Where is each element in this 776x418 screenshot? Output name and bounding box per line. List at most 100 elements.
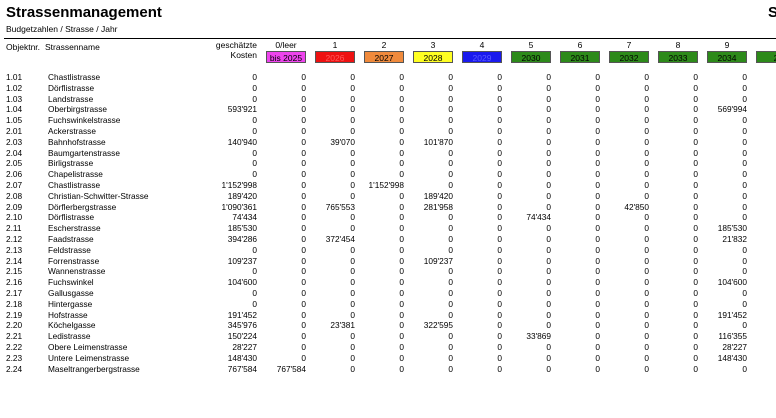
table-row[interactable]: 2.10 Dörflistrasse 74'434 0 0 0 0 0 74'434 0 0 0 0 [0,212,776,223]
row-budget-cell: 0 [350,309,355,320]
row-budget-cell: 0 [595,82,600,93]
table-row[interactable]: 2.06 Chapelistrasse 0 0 0 0 0 0 0 0 0 0 0 [0,169,776,180]
row-budget-cell: 0 [350,287,355,298]
row-budget-cell: 0 [595,331,600,342]
period-year-badge-3: 2028 [413,51,453,63]
row-objnr: 2.20 [6,320,23,331]
row-budget-cell: 0 [693,331,698,342]
row-budget-cell: 0 [399,298,404,309]
table-row[interactable]: 2.16 Fuchswinkel 104'600 0 0 0 0 0 0 0 0 0 104'600 [0,277,776,288]
row-budget-cell: 765'553 [325,201,355,212]
row-budget-cell: 0 [301,352,306,363]
table-row[interactable]: 2.03 Bahnhofstrasse 140'940 0 39'070 0 101'870… [0,137,776,148]
row-street-name: Obere Leimenstrasse [48,341,128,352]
row-budget-cell: 0 [497,190,502,201]
row-budget-cell: 0 [644,244,649,255]
table-row[interactable]: 2.18 Hintergasse 0 0 0 0 0 0 0 0 0 0 0 [0,299,776,310]
table-row[interactable]: 2.23 Untere Leimenstrasse 148'430 0 0 0 0 0 0 0 0 0… [0,353,776,364]
table-row[interactable]: 2.07 Chastlistrasse 1'152'998 0 0 1'152'998 0 0… [0,180,776,191]
row-budget-cell: 0 [497,277,502,288]
row-budget-cell: 0 [546,287,551,298]
period-number-2: 2 [381,40,387,50]
period-number-6: 6 [577,40,583,50]
table-row[interactable]: 2.11 Escherstrasse 185'530 0 0 0 0 0 0 0 0 0 185'530 [0,223,776,234]
row-objnr: 2.18 [6,298,23,309]
period-number-3: 3 [430,40,436,50]
row-budget-cell: 0 [350,82,355,93]
row-budget-cell: 0 [497,72,502,82]
row-budget-cell: 0 [693,104,698,115]
row-budget-cell: 0 [399,255,404,266]
row-budget-cell: 0 [448,244,453,255]
row-budget-cell: 0 [301,223,306,234]
row-budget-cell: 0 [301,341,306,352]
row-street-name: Baumgartenstrasse [48,147,120,158]
table-row[interactable]: 2.08 Christian-Schwitter-Strasse 189'420 0 0… [0,191,776,202]
row-budget-cell: 0 [399,190,404,201]
row-budget-cell: 0 [301,287,306,298]
row-budget-cell: 0 [546,277,551,288]
row-estimated-cost: 0 [252,266,257,277]
table-row[interactable]: 2.04 Baumgartenstrasse 0 0 0 0 0 0 0 0 0 0 0 [0,148,776,159]
row-budget-cell: 0 [693,72,698,82]
row-budget-cell: 0 [399,287,404,298]
row-estimated-cost: 148'430 [227,352,257,363]
table-row[interactable]: 2.20 Köchelgasse 345'976 0 23'381 0 322'595 0 0 0… [0,320,776,331]
table-row[interactable]: 2.05 Birligstrasse 0 0 0 0 0 0 0 0 0 0 0 [0,158,776,169]
row-budget-cell: 0 [350,169,355,180]
row-budget-cell: 0 [497,201,502,212]
row-budget-cell: 0 [350,179,355,190]
table-row[interactable]: 1.05 Fuchswinkelstrasse 0 0 0 0 0 0 0 0 0 0 0 [0,115,776,126]
table-row[interactable]: 2.22 Obere Leimenstrasse 28'227 0 0 0 0 0 0 0 0 0 28… [0,342,776,353]
row-budget-cell: 0 [497,309,502,320]
row-budget-cell: 0 [546,158,551,169]
table-row[interactable]: 2.17 Gallusgasse 0 0 0 0 0 0 0 0 0 0 0 [0,288,776,299]
row-budget-cell: 0 [546,136,551,147]
table-row[interactable]: 2.19 Hofstrasse 191'452 0 0 0 0 0 0 0 0 0 191'452 [0,310,776,321]
row-budget-cell: 0 [693,320,698,331]
row-budget-cell: 0 [399,125,404,136]
row-budget-cell: 0 [644,233,649,244]
row-budget-cell: 0 [595,244,600,255]
row-budget-cell: 0 [644,298,649,309]
table-row[interactable]: 1.04 Oberbirgstrasse 593'921 0 0 0 0 0 0 0 0 0 569'9… [0,104,776,115]
table-row[interactable]: 2.24 Maseltrangerbergstrasse 767'584 767'58… [0,364,776,375]
row-budget-cell: 0 [350,223,355,234]
row-budget-cell: 0 [301,72,306,82]
table-row[interactable]: 1.02 Dörflistrasse 0 0 0 0 0 0 0 0 0 0 0 [0,83,776,94]
row-budget-cell: 0 [595,363,600,374]
row-objnr: 2.10 [6,212,23,223]
row-street-name: Birligstrasse [48,158,94,169]
period-year-badge-8: 2033 [658,51,698,63]
row-budget-cell: 0 [399,277,404,288]
row-budget-cell: 0 [742,179,747,190]
row-budget-cell: 0 [497,82,502,93]
cost-header-line2: Kosten [230,50,257,60]
row-budget-cell: 0 [301,93,306,104]
table-row[interactable]: 2.01 Ackerstrasse 0 0 0 0 0 0 0 0 0 0 0 [0,126,776,137]
budget-table: 1.01 Chastlistrasse 0 0 0 0 0 0 0 0 0 0 0 1.02 Dörflis… [0,72,776,374]
table-row[interactable]: 2.13 Feldstrasse 0 0 0 0 0 0 0 0 0 0 0 [0,245,776,256]
row-budget-cell: 0 [448,277,453,288]
row-budget-cell: 0 [693,233,698,244]
table-row[interactable]: 2.12 Faadstrasse 394'286 0 372'454 0 0 0 0 0 0 0 21'… [0,234,776,245]
row-budget-cell: 0 [399,104,404,115]
row-budget-cell: 0 [644,320,649,331]
period-year-badge-1: 2026 [315,51,355,63]
row-estimated-cost: 0 [252,147,257,158]
table-row[interactable]: 2.14 Forrenstrasse 109'237 0 0 0 109'237 0 0 0 0 0 0 [0,256,776,267]
row-budget-cell: 0 [546,147,551,158]
row-budget-cell: 0 [497,320,502,331]
row-budget-cell: 0 [301,309,306,320]
table-row[interactable]: 2.09 Dörflerbergstrasse 1'090'361 0 765'553 0… [0,202,776,213]
row-budget-cell: 0 [399,82,404,93]
table-row[interactable]: 2.21 Ledistrasse 150'224 0 0 0 0 0 33'869 0 0 0 116'… [0,331,776,342]
table-row[interactable]: 1.01 Chastlistrasse 0 0 0 0 0 0 0 0 0 0 0 [0,72,776,83]
row-budget-cell: 0 [301,266,306,277]
row-budget-cell: 0 [644,352,649,363]
table-row[interactable]: 1.03 Landstrasse 0 0 0 0 0 0 0 0 0 0 0 [0,94,776,105]
row-budget-cell: 0 [742,147,747,158]
row-street-name: Hofstrasse [48,309,88,320]
table-row[interactable]: 2.15 Wannenstrasse 0 0 0 0 0 0 0 0 0 0 0 [0,266,776,277]
row-street-name: Dörflistrasse [48,82,95,93]
